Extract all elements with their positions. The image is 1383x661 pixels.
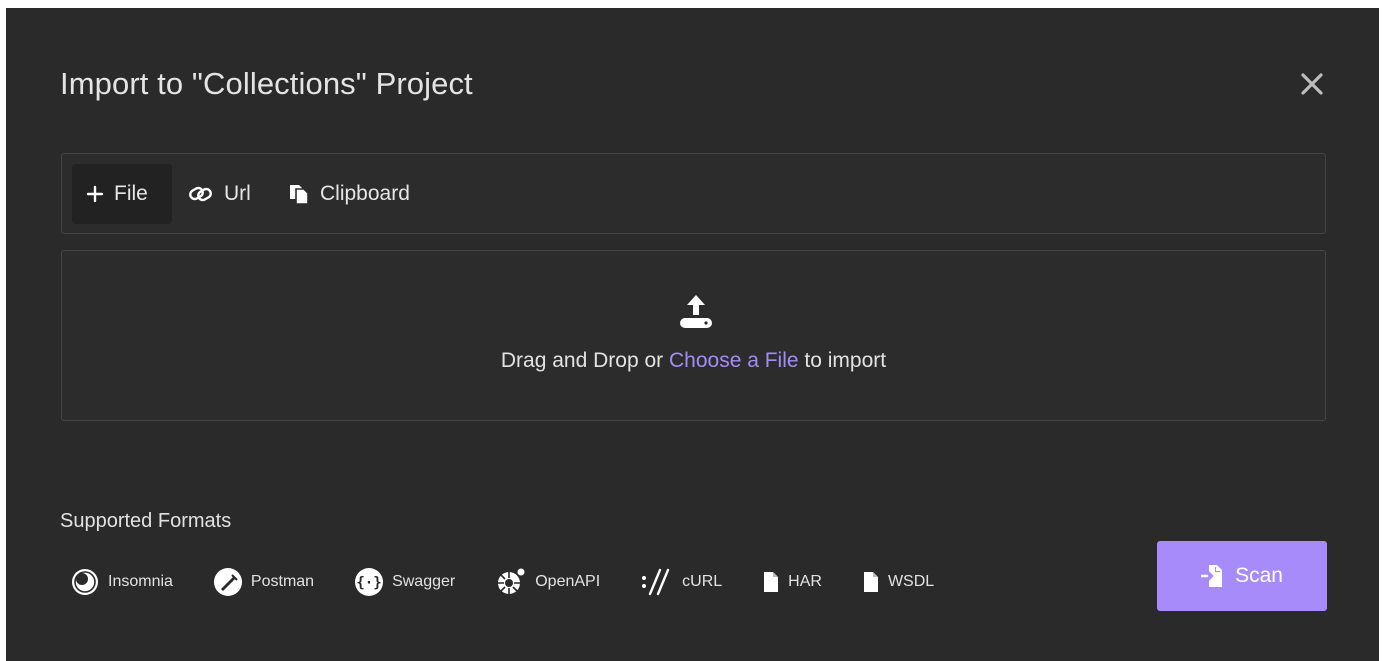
- format-har-label: HAR: [788, 573, 822, 590]
- format-insomnia: Insomnia: [70, 567, 173, 597]
- format-swagger-label: Swagger: [392, 573, 456, 590]
- format-postman: Postman: [213, 567, 314, 597]
- format-wsdl: WSDL: [862, 571, 934, 593]
- format-insomnia-label: Insomnia: [108, 573, 173, 590]
- import-icon: [1201, 565, 1223, 587]
- link-icon: [189, 186, 212, 202]
- tab-file-label: File: [114, 182, 148, 205]
- import-dialog: Import to "Collections" Project File Url…: [6, 8, 1379, 661]
- plus-icon: [86, 185, 104, 203]
- format-har: HAR: [762, 571, 822, 593]
- file-icon: [764, 572, 779, 592]
- format-postman-label: Postman: [250, 573, 315, 590]
- insomnia-icon: [72, 569, 98, 595]
- upload-icon: [680, 295, 712, 328]
- curl-icon: [642, 568, 670, 596]
- tab-url-label: Url: [224, 182, 251, 205]
- close-button[interactable]: [1294, 66, 1330, 102]
- format-openapi-label: OpenAPI: [535, 573, 601, 590]
- supported-formats-list: Insomnia Postman {·} Swagger OpenAPI cUR…: [70, 566, 974, 598]
- format-swagger: {·} Swagger: [354, 567, 455, 597]
- dropzone-text-before: Drag and Drop or: [500, 349, 664, 372]
- postman-icon: [213, 568, 242, 596]
- format-wsdl-label: WSDL: [887, 573, 935, 590]
- supported-formats-label: Supported Formats: [60, 510, 232, 532]
- openapi-icon: [498, 568, 525, 594]
- tab-file[interactable]: File: [72, 164, 172, 224]
- file-icon: [863, 572, 878, 592]
- close-icon: [1301, 73, 1323, 95]
- choose-file-link[interactable]: Choose a File: [669, 349, 799, 372]
- import-source-tabs: File Url Clipboard: [61, 153, 1326, 234]
- file-dropzone[interactable]: Drag and Drop or Choose a File to import: [61, 250, 1326, 421]
- scan-button[interactable]: Scan: [1157, 541, 1327, 611]
- dropzone-text-after: to import: [804, 349, 887, 372]
- dialog-title: Import to "Collections" Project: [60, 66, 473, 101]
- scan-button-label: Scan: [1235, 564, 1283, 587]
- dropzone-text: Drag and Drop or Choose a File to import: [62, 349, 1325, 373]
- swagger-icon: {·}: [355, 568, 384, 596]
- tab-clipboard-label: Clipboard: [320, 182, 410, 205]
- tab-url[interactable]: Url: [174, 164, 265, 224]
- format-curl: cURL: [640, 567, 722, 597]
- format-curl-label: cURL: [682, 573, 723, 590]
- clipboard-icon: [290, 185, 309, 205]
- tab-clipboard[interactable]: Clipboard: [274, 164, 424, 224]
- svg-text:{·}: {·}: [356, 575, 381, 591]
- format-openapi: OpenAPI: [495, 567, 600, 597]
